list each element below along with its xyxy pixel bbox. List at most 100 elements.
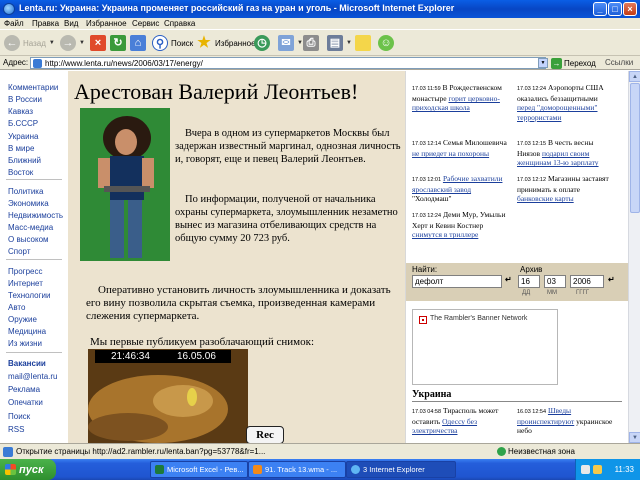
- nav-link[interactable]: В мире: [8, 144, 34, 153]
- back-button[interactable]: ← Назад ▼: [4, 33, 55, 53]
- taskbar-internet-explorer[interactable]: 3 Internet Explorer: [346, 461, 456, 478]
- window-title-bar[interactable]: Lenta.ru: Украина: Украина променяет рос…: [0, 0, 640, 18]
- nav-link[interactable]: Недвижимость: [8, 211, 63, 220]
- nav-link[interactable]: Комментарии: [8, 83, 58, 92]
- nav-link[interactable]: RSS: [8, 425, 24, 434]
- article-paragraph-4: Мы первые публикуем разоблачающий снимок…: [90, 336, 315, 348]
- star-icon: ★: [197, 34, 211, 51]
- scroll-up-icon[interactable]: ▲: [629, 71, 640, 82]
- search-button[interactable]: ⚲ Поиск: [152, 33, 193, 53]
- vertical-scrollbar[interactable]: ▲ ▼: [628, 71, 640, 443]
- menu-edit[interactable]: Правка: [32, 18, 59, 29]
- nav-link[interactable]: В России: [8, 95, 42, 104]
- nav-link[interactable]: Оружие: [8, 315, 37, 324]
- nav-link[interactable]: Интернет: [8, 279, 43, 288]
- search-submit-button[interactable]: ↵: [505, 275, 512, 284]
- nav-link[interactable]: Ближний: [8, 156, 41, 165]
- edit-button[interactable]: ▤ ▼: [327, 33, 352, 53]
- nav-link[interactable]: Из жизни: [8, 339, 42, 348]
- toolbar: ← Назад ▼ → ▼ × ↻ ⌂ ⚲ Поиск ★ Избранное …: [0, 29, 640, 56]
- news-item: 17.03 12:14 Семья Милошевича не приедет …: [412, 138, 512, 158]
- edit-dropdown-icon[interactable]: ▼: [346, 40, 352, 46]
- rec-badge: Rec: [246, 426, 284, 443]
- maximize-button[interactable]: □: [608, 2, 622, 16]
- nav-link[interactable]: Масс-медиа: [8, 223, 53, 232]
- volume-icon[interactable]: [593, 465, 602, 474]
- menu-tools[interactable]: Сервис: [132, 18, 159, 29]
- messenger-button[interactable]: ☺: [378, 33, 394, 53]
- news-link[interactable]: не приедет на похороны: [412, 149, 489, 158]
- article-title: Арестован Валерий Леонтьев!: [74, 79, 359, 104]
- article: Арестован Валерий Леонтьев! Вчера в одно…: [68, 71, 405, 443]
- mail-button[interactable]: ✉ ▼: [278, 33, 303, 53]
- nav-link[interactable]: Медицина: [8, 327, 46, 336]
- archive-year-input[interactable]: [570, 275, 604, 288]
- start-button[interactable]: пуск: [0, 459, 56, 480]
- nav-link[interactable]: Реклама: [8, 385, 40, 394]
- archive-day-input[interactable]: [518, 275, 540, 288]
- mail-icon: ✉: [278, 35, 294, 51]
- internet-explorer-icon: [351, 465, 360, 474]
- nav-link[interactable]: Б.СССР: [8, 119, 38, 128]
- network-icon[interactable]: [581, 465, 590, 474]
- stop-button[interactable]: ×: [90, 33, 106, 53]
- forward-button[interactable]: → ▼: [60, 33, 85, 53]
- nav-link[interactable]: О высоком: [8, 235, 49, 244]
- nav-link[interactable]: Технологии: [8, 291, 50, 300]
- discuss-button[interactable]: [355, 33, 371, 53]
- back-dropdown-icon[interactable]: ▼: [49, 40, 55, 46]
- refresh-button[interactable]: ↻: [110, 33, 126, 53]
- nav-link[interactable]: Кавказ: [8, 107, 33, 116]
- stop-icon: ×: [90, 35, 106, 51]
- ukraine-section-divider: [412, 401, 622, 402]
- site-search-input[interactable]: [412, 275, 502, 288]
- nav-link[interactable]: Спорт: [8, 247, 31, 256]
- go-button[interactable]: → Переход: [551, 58, 596, 69]
- news-text: Семья Милошевича: [442, 138, 507, 147]
- nav-link[interactable]: Восток: [8, 168, 33, 177]
- address-input[interactable]: [30, 57, 546, 69]
- links-toolbar[interactable]: Ссылки: [605, 58, 633, 67]
- news-link[interactable]: снимутся в триллере: [412, 230, 478, 239]
- news-link[interactable]: банковские карты: [517, 194, 574, 203]
- go-label: Переход: [564, 59, 596, 68]
- camera-time: 21:46:34: [111, 351, 150, 362]
- minimize-button[interactable]: _: [593, 2, 607, 16]
- favorites-button[interactable]: ★ Избранное: [196, 33, 255, 53]
- surveillance-photo: [88, 349, 248, 443]
- nav-link[interactable]: Политика: [8, 187, 43, 196]
- scrollbar-thumb[interactable]: [630, 83, 640, 213]
- nav-link[interactable]: Авто: [8, 303, 25, 312]
- address-dropdown-icon[interactable]: ▼: [538, 58, 548, 68]
- clock[interactable]: 11:33: [615, 465, 634, 474]
- print-button[interactable]: ⎙: [303, 33, 319, 53]
- archive-month-input[interactable]: [544, 275, 566, 288]
- camera-date: 16.05.06: [177, 351, 216, 362]
- menu-favorites[interactable]: Избранное: [86, 18, 127, 29]
- history-button[interactable]: ◷: [254, 33, 270, 53]
- nav-link[interactable]: Экономика: [8, 199, 49, 208]
- nav-link[interactable]: Вакансии: [8, 359, 46, 368]
- archive-submit-button[interactable]: ↵: [608, 275, 615, 284]
- scroll-down-icon[interactable]: ▼: [629, 432, 640, 443]
- taskbar-excel[interactable]: Microsoft Excel - Рев...: [150, 461, 248, 478]
- news-item: 17.03 12:01 Рабочие захватили ярославски…: [412, 174, 512, 204]
- start-label: пуск: [19, 463, 44, 476]
- rambler-banner[interactable]: The Rambler's Banner Network: [412, 309, 558, 385]
- forward-dropdown-icon[interactable]: ▼: [79, 40, 85, 46]
- nav-link[interactable]: mail@lenta.ru: [8, 372, 57, 381]
- menu-help[interactable]: Справка: [164, 18, 195, 29]
- nav-link[interactable]: Прогресс: [8, 267, 42, 276]
- folder-icon: [355, 35, 371, 51]
- nav-link[interactable]: Украина: [8, 132, 38, 141]
- nav-link[interactable]: Опечатки: [8, 398, 43, 407]
- menu-file[interactable]: Файл: [4, 18, 24, 29]
- menu-view[interactable]: Вид: [64, 18, 78, 29]
- close-button[interactable]: ×: [623, 2, 637, 16]
- taskbar-media-player[interactable]: 91. Track 13.wma - ...: [248, 461, 346, 478]
- loading-page-icon: [3, 447, 13, 457]
- news-item: 17.03 11:59 В Рождественском монастыре г…: [412, 83, 512, 113]
- news-link[interactable]: перед "доморощенными" террористами: [517, 103, 598, 121]
- home-button[interactable]: ⌂: [130, 33, 146, 53]
- nav-link[interactable]: Поиск: [8, 412, 30, 421]
